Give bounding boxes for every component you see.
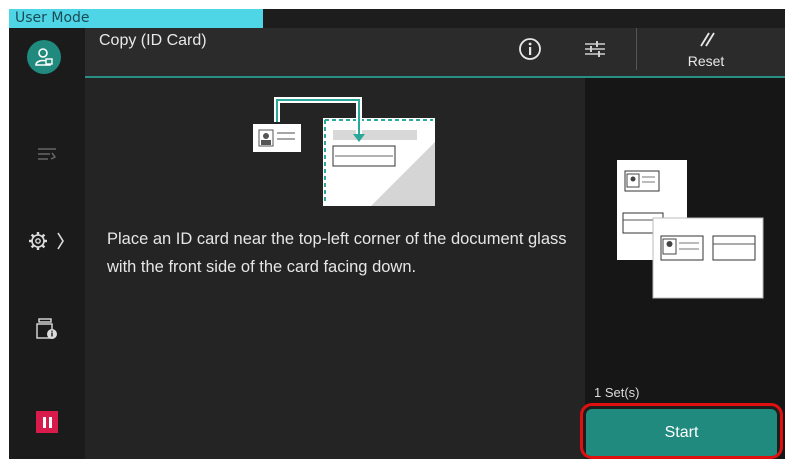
user-icon [35,48,53,66]
gear-icon [29,232,64,250]
header-bar: Copy (ID Card) Reset [85,28,785,76]
adjust-button[interactable] [580,34,610,64]
job-flow-button[interactable] [9,142,85,166]
header-divider [636,28,637,70]
device-screen: Copy (ID Card) Reset Place an ID card ne… [9,9,785,459]
pause-button[interactable] [9,409,85,435]
sliders-icon [585,41,605,57]
start-button[interactable]: Start [580,403,783,459]
reset-label: Reset [687,53,725,69]
sets-count: 1 Set(s) [594,385,640,400]
id-card-copy-preview [617,160,764,299]
user-button[interactable] [27,40,61,74]
id-card-placement-illustration [253,97,435,206]
start-button-face[interactable]: Start [586,409,777,456]
left-sidebar [9,28,85,459]
info-button[interactable] [515,34,545,64]
machine-status-icon [36,318,57,339]
settings-button[interactable] [9,226,85,256]
page-title: Copy (ID Card) [99,32,207,49]
user-mode-tab: User Mode [9,9,263,28]
info-icon [519,38,541,60]
instruction-text: Place an ID card near the top-left corne… [107,230,567,276]
reset-icon [700,32,715,47]
pause-icon [36,411,58,433]
machine-status-button[interactable] [9,314,85,344]
main-content: Place an ID card near the top-left corne… [85,78,585,459]
reset-button[interactable]: Reset [651,28,761,72]
job-flow-icon [38,148,57,160]
start-label: Start [664,423,699,441]
right-panel: 1 Set(s) [585,78,785,459]
